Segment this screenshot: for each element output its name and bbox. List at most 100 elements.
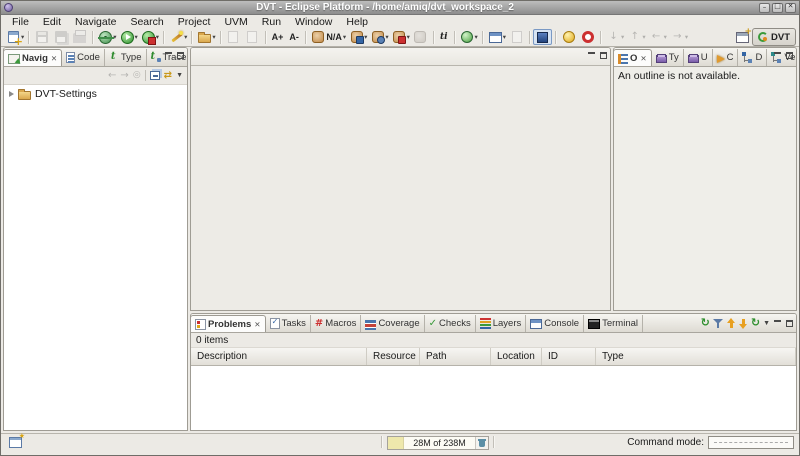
open-element-dropdown[interactable]: ▾ <box>212 33 215 41</box>
minimize-view-button[interactable] <box>773 319 782 328</box>
forward-history-dropdown[interactable]: ▾ <box>685 33 688 41</box>
tab-console[interactable]: Console <box>526 315 584 332</box>
minimize-editor-button[interactable] <box>587 51 596 60</box>
menu-navigate[interactable]: Navigate <box>68 16 123 28</box>
editor-area[interactable] <box>190 47 611 311</box>
column-location[interactable]: Location <box>491 348 542 365</box>
tab-navigator[interactable]: Navig <box>3 49 62 66</box>
minimize-view-button[interactable] <box>773 51 782 60</box>
run-last-button[interactable] <box>139 29 158 45</box>
nav-back-button[interactable] <box>108 71 116 81</box>
debug-button[interactable] <box>96 29 115 45</box>
compile-dropdown[interactable]: ▾ <box>364 33 367 41</box>
run-last-dropdown[interactable]: ▾ <box>156 33 159 41</box>
back-history-dropdown[interactable]: ▾ <box>664 33 667 41</box>
start-server-dropdown[interactable]: ▾ <box>475 33 478 41</box>
nav-up-button[interactable]: ◎ <box>133 71 141 80</box>
nav-forward-button[interactable] <box>120 71 128 81</box>
column-resource[interactable]: Resource <box>367 348 420 365</box>
maximize-view-button[interactable] <box>785 319 794 328</box>
simulation-status-button[interactable]: N/A <box>309 29 345 45</box>
minimize-view-button[interactable] <box>164 51 173 60</box>
maximize-view-button[interactable] <box>785 51 794 60</box>
tab-coverage[interactable]: Coverage <box>361 315 424 332</box>
tab-terminal[interactable]: Terminal <box>584 315 643 332</box>
sync-button[interactable] <box>751 317 760 329</box>
tab-layers[interactable]: Layers <box>476 315 527 332</box>
next-marker-button[interactable] <box>739 318 748 329</box>
tab-close-icon[interactable] <box>254 320 260 329</box>
tab-uvm-browser[interactable]: U <box>684 49 713 66</box>
tab-types[interactable]: Ty <box>652 49 684 66</box>
fast-view-button[interactable] <box>9 437 22 448</box>
new-wizard-button[interactable] <box>4 29 23 45</box>
previous-marker-button[interactable] <box>727 318 736 329</box>
garbage-collect-button[interactable] <box>475 437 488 449</box>
print-button[interactable] <box>70 29 89 45</box>
toggle-full-view-button[interactable] <box>533 29 552 45</box>
filter-icon[interactable] <box>713 318 724 329</box>
window-close-button[interactable] <box>785 3 796 13</box>
open-perspective-button[interactable] <box>733 29 752 45</box>
font-increase-button[interactable]: A+ <box>269 29 287 45</box>
stop-compile-dropdown[interactable]: ▾ <box>407 33 410 41</box>
font-decrease-button[interactable]: A- <box>286 29 302 45</box>
menu-window[interactable]: Window <box>288 16 339 28</box>
menu-uvm[interactable]: UVM <box>217 16 254 28</box>
help-support-button[interactable] <box>578 29 597 45</box>
menu-run[interactable]: Run <box>255 16 288 28</box>
tab-type[interactable]: Type <box>105 49 147 66</box>
run-dropdown[interactable]: ▾ <box>135 33 138 41</box>
tab-outline[interactable]: O <box>613 49 652 66</box>
command-mode-input[interactable] <box>708 436 794 449</box>
view-menu-button[interactable] <box>763 320 770 327</box>
tab-code[interactable]: Code <box>62 49 105 66</box>
prev-editor-button[interactable] <box>243 29 262 45</box>
column-description[interactable]: Description <box>191 348 367 365</box>
tab-macros[interactable]: Macros <box>311 315 362 332</box>
column-id[interactable]: ID <box>542 348 596 365</box>
trace-button[interactable]: ti <box>437 29 451 45</box>
column-path[interactable]: Path <box>420 348 491 365</box>
build-status-button[interactable] <box>559 29 578 45</box>
menu-project[interactable]: Project <box>171 16 218 28</box>
link-with-editor-button[interactable] <box>164 71 172 81</box>
dvt-perspective-button[interactable]: DVT <box>752 28 796 46</box>
menu-file[interactable]: File <box>5 16 36 28</box>
menu-help[interactable]: Help <box>339 16 375 28</box>
refresh-button[interactable] <box>701 317 710 329</box>
expand-icon[interactable] <box>9 91 14 97</box>
window-minimize-button[interactable] <box>759 3 770 13</box>
menu-search[interactable]: Search <box>123 16 170 28</box>
recompile-dropdown[interactable]: ▾ <box>385 33 388 41</box>
external-tools-dropdown[interactable]: ▾ <box>184 33 187 41</box>
external-tools-button[interactable] <box>167 29 186 45</box>
console-view-dropdown[interactable]: ▾ <box>503 33 506 41</box>
tree-item-dvt-settings[interactable]: DVT-Settings <box>4 85 187 102</box>
menu-edit[interactable]: Edit <box>36 16 68 28</box>
stop-compile-button[interactable] <box>390 29 409 45</box>
column-type[interactable]: Type <box>596 348 796 365</box>
compile-button[interactable] <box>347 29 366 45</box>
view-menu-button[interactable] <box>176 72 183 79</box>
next-annotation-dropdown[interactable]: ▾ <box>621 33 624 41</box>
save-button[interactable] <box>32 29 51 45</box>
maximize-editor-button[interactable] <box>599 51 608 60</box>
tab-design-hierarchy[interactable]: D <box>738 49 767 66</box>
tab-close-icon[interactable] <box>640 54 646 63</box>
tab-tasks[interactable]: Tasks <box>266 315 311 332</box>
tab-compile-order[interactable]: C <box>713 49 739 66</box>
maximize-view-button[interactable] <box>176 51 185 60</box>
clear-console-button[interactable] <box>507 29 526 45</box>
save-all-button[interactable] <box>51 29 70 45</box>
next-editor-button[interactable] <box>224 29 243 45</box>
window-maximize-button[interactable] <box>772 3 783 13</box>
tab-problems[interactable]: Problems <box>190 315 266 332</box>
simulation-dropdown[interactable]: ▾ <box>343 33 346 41</box>
collapse-all-button[interactable] <box>150 71 160 80</box>
prev-annotation-dropdown[interactable]: ▾ <box>642 33 645 41</box>
compile-config-button[interactable] <box>411 29 430 45</box>
tab-checks[interactable]: Checks <box>425 315 476 332</box>
problems-table-body[interactable] <box>191 366 796 431</box>
tab-close-icon[interactable] <box>51 54 57 63</box>
